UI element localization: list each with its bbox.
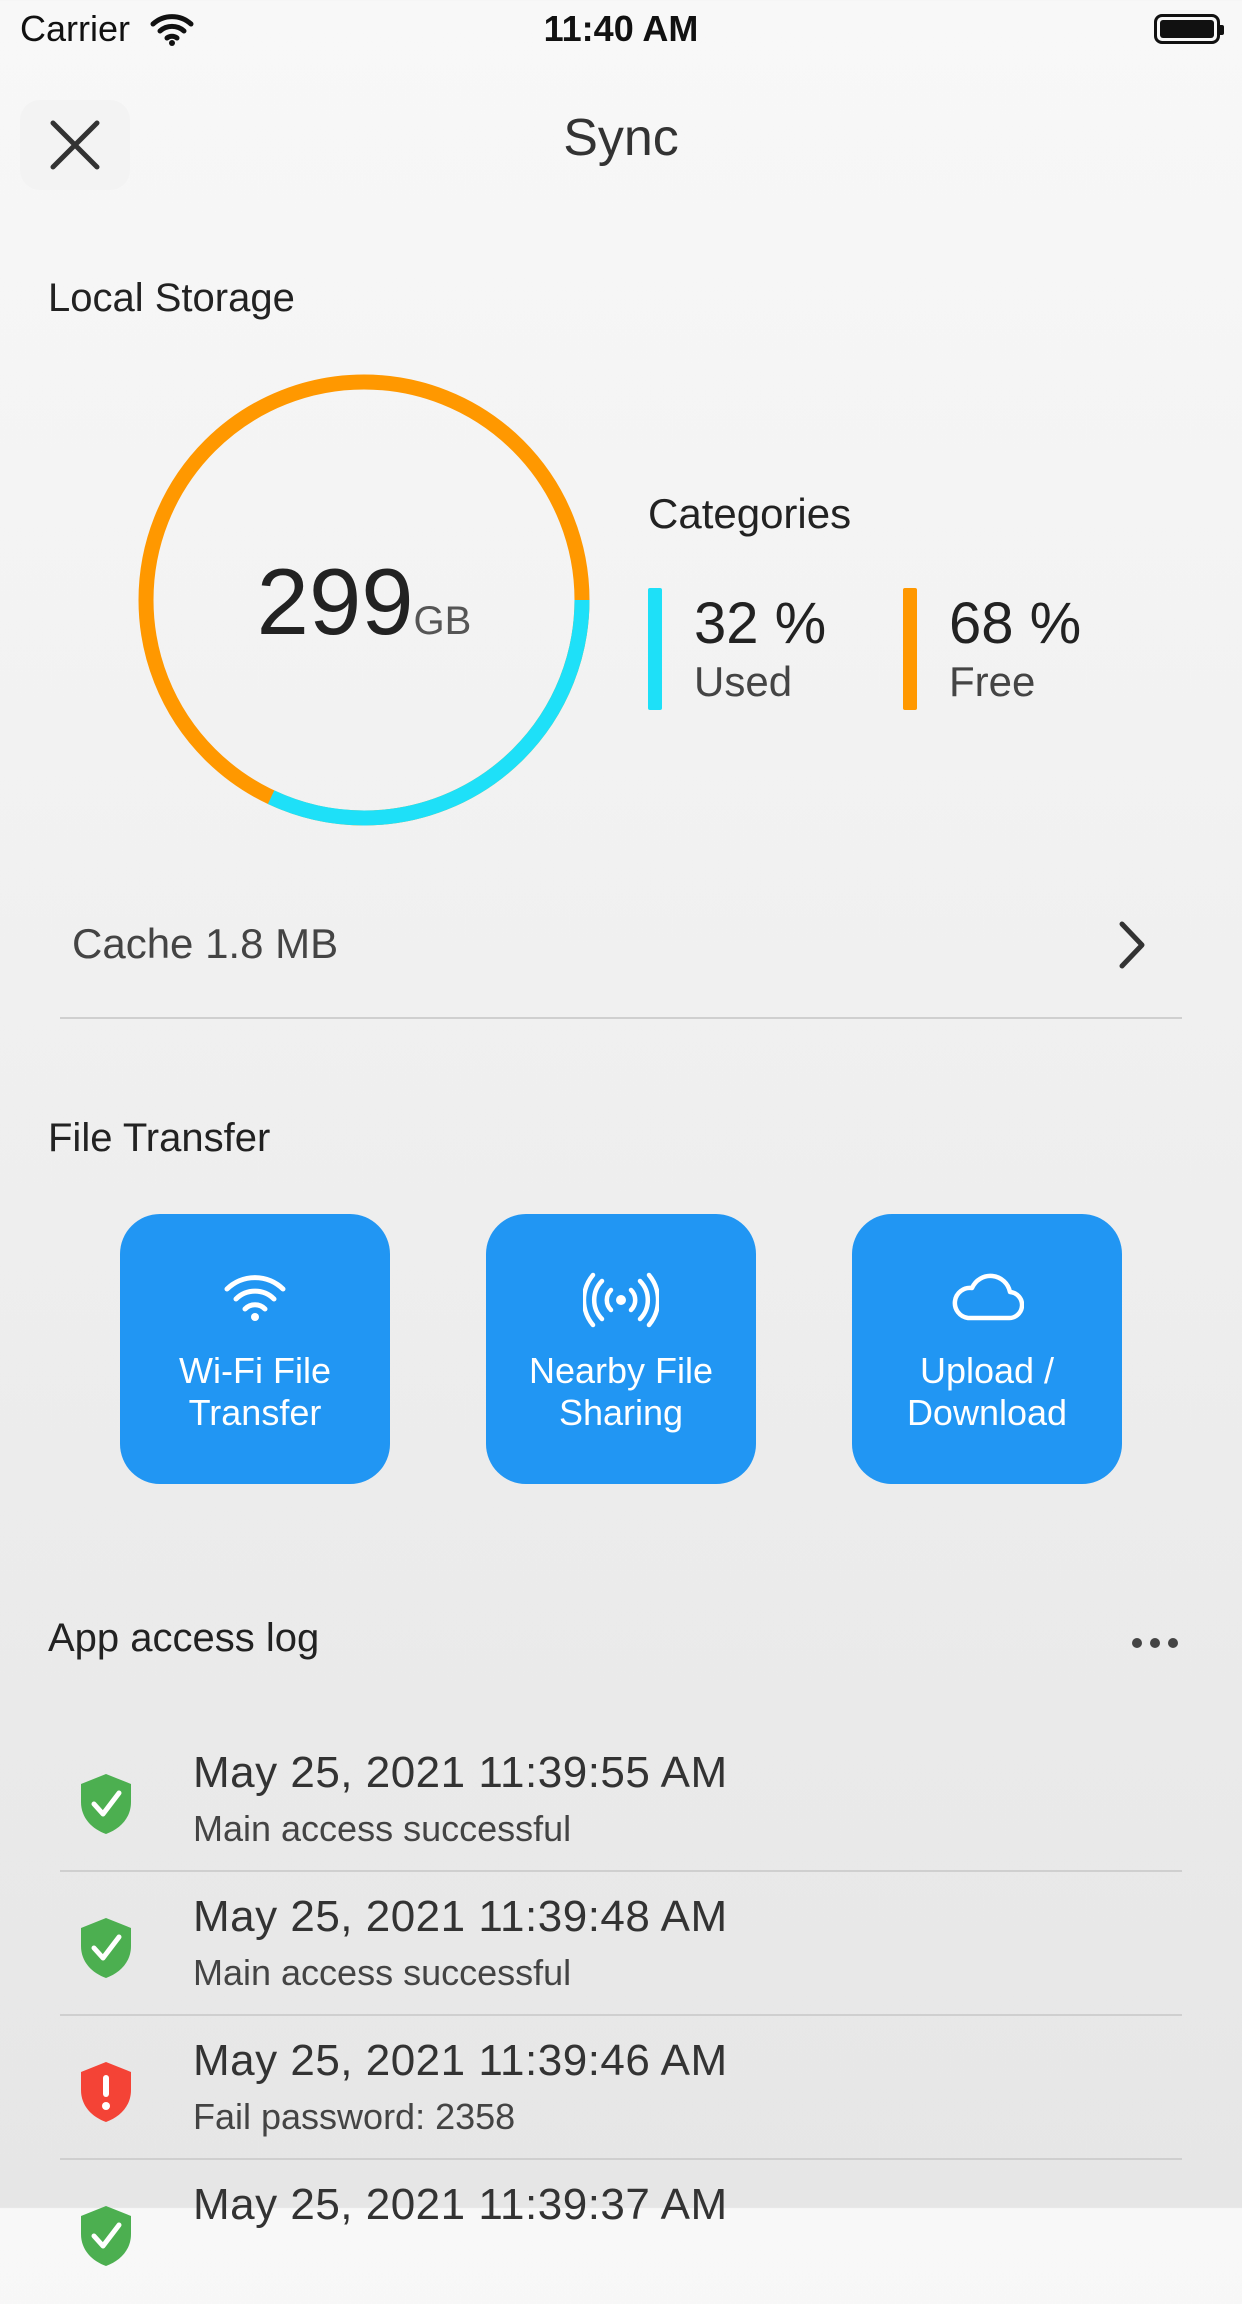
log-timestamp: May 25, 2021 11:39:46 AM: [193, 2036, 728, 2085]
log-timestamp: May 25, 2021 11:39:37 AM: [193, 2180, 728, 2229]
broadcast-icon: [583, 1272, 659, 1328]
log-message: Main access successful: [193, 1952, 572, 1993]
log-entry[interactable]: May 25, 2021 11:39:55 AM Main access suc…: [60, 1728, 1182, 1872]
page-title: Sync: [563, 109, 679, 167]
nearby-file-sharing-label-2: Sharing: [558, 1392, 684, 1433]
divider: [60, 1017, 1182, 1019]
category-free-percent: 68 %: [949, 591, 1082, 656]
storage-total: 299GB: [136, 548, 592, 656]
more-options-button[interactable]: [1120, 1618, 1190, 1668]
file-transfer-heading: File Transfer: [48, 1116, 271, 1160]
shield-check-icon: [81, 1918, 131, 1978]
log-message: Main access successful: [193, 1808, 572, 1849]
log-entry[interactable]: May 25, 2021 11:39:48 AM Main access suc…: [60, 1872, 1182, 2016]
log-entry[interactable]: May 25, 2021 11:39:46 AM Fail password: …: [60, 2016, 1182, 2160]
more-dot: [1150, 1638, 1160, 1648]
storage-total-unit: GB: [413, 599, 472, 643]
log-entry[interactable]: May 25, 2021 11:39:37 AM: [60, 2160, 1182, 2304]
categories-heading: Categories: [648, 490, 852, 537]
log-message: Fail password: 2358: [193, 2096, 516, 2137]
category-used-percent: 32 %: [694, 591, 827, 656]
shield-check-icon: [81, 1774, 131, 1834]
more-dot: [1168, 1638, 1178, 1648]
upload-download-label-2: Download: [906, 1392, 1068, 1433]
category-used-color-bar: [648, 588, 662, 710]
shield-check-icon: [81, 2206, 131, 2266]
wifi-file-transfer-label-2: Transfer: [188, 1392, 322, 1433]
cache-label: Cache 1.8 MB: [72, 920, 339, 967]
storage-total-value: 299: [256, 549, 414, 654]
wifi-icon: [224, 1275, 286, 1321]
cloud-icon: [952, 1273, 1024, 1321]
wifi-file-transfer-label-1: Wi-Fi File: [179, 1350, 331, 1391]
nearby-file-sharing-button[interactable]: Nearby File Sharing: [486, 1214, 756, 1484]
category-free-color-bar: [903, 588, 917, 710]
battery-icon: [1154, 14, 1224, 44]
category-used-label: Used: [694, 658, 793, 705]
cache-row[interactable]: Cache 1.8 MB: [60, 900, 1182, 1018]
log-timestamp: May 25, 2021 11:39:55 AM: [193, 1748, 728, 1797]
shield-alert-icon: [81, 2062, 131, 2122]
wifi-file-transfer-button[interactable]: Wi-Fi File Transfer: [120, 1214, 390, 1484]
nearby-file-sharing-label-1: Nearby File: [528, 1350, 714, 1391]
more-dot: [1132, 1638, 1142, 1648]
status-time: 11:40 AM: [543, 8, 699, 49]
local-storage-heading: Local Storage: [48, 276, 295, 320]
upload-download-label-1: Upload /: [919, 1350, 1055, 1391]
log-timestamp: May 25, 2021 11:39:48 AM: [193, 1892, 728, 1941]
upload-download-button[interactable]: Upload / Download: [852, 1214, 1122, 1484]
category-free-label: Free: [949, 658, 1036, 705]
chevron-right-icon: [1119, 921, 1145, 969]
access-log-heading: App access log: [48, 1616, 320, 1660]
